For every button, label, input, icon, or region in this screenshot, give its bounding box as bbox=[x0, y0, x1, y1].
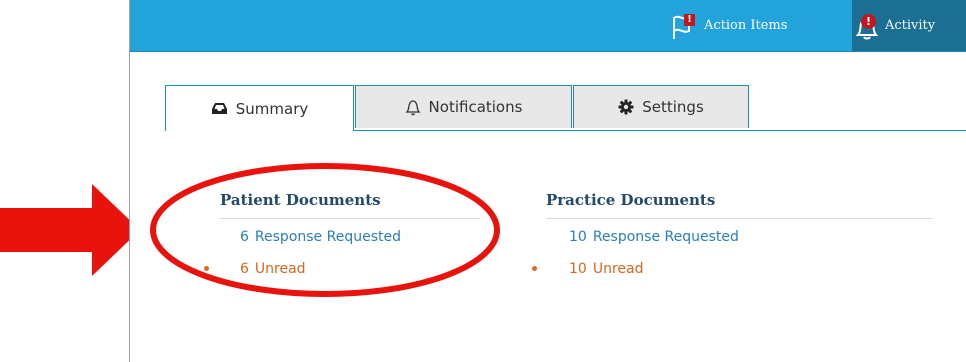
inbox-icon bbox=[211, 102, 228, 115]
tab-notifications-label: Notifications bbox=[428, 98, 523, 116]
top-toolbar: ! Action Items ! Activity bbox=[130, 0, 966, 52]
action-items-button[interactable]: ! Action Items bbox=[671, 0, 787, 51]
tab-notifications[interactable]: Notifications bbox=[355, 85, 572, 128]
flag-icon: ! bbox=[671, 11, 701, 41]
activity-badge: ! bbox=[861, 13, 876, 29]
practice-requested-label: Response Requested bbox=[592, 229, 739, 245]
annotation-ellipse bbox=[150, 163, 500, 297]
tab-summary[interactable]: Summary bbox=[165, 85, 354, 131]
practice-response-requested-link[interactable]: 10 Response Requested bbox=[546, 219, 932, 254]
activity-label: Activity bbox=[885, 18, 936, 33]
action-items-label: Action Items bbox=[704, 18, 788, 33]
practice-documents-heading: Practice Documents bbox=[546, 190, 932, 219]
practice-documents: Practice Documents 10 Response Requested … bbox=[532, 190, 932, 288]
gear-icon bbox=[618, 99, 634, 115]
tab-settings[interactable]: Settings bbox=[573, 85, 749, 128]
tab-summary-label: Summary bbox=[235, 99, 309, 118]
practice-unread-link[interactable]: 10 Unread bbox=[532, 254, 932, 288]
practice-unread-label: Unread bbox=[592, 261, 644, 277]
annotation-arrow bbox=[0, 184, 140, 276]
activity-button[interactable]: ! Activity bbox=[852, 0, 966, 51]
action-items-badge: ! bbox=[684, 13, 695, 26]
practice-requested-count: 10 bbox=[569, 229, 587, 245]
practice-unread-count: 10 bbox=[569, 261, 587, 277]
tab-settings-label: Settings bbox=[642, 98, 704, 116]
bell-icon: ! bbox=[852, 11, 882, 41]
unread-dot-icon bbox=[532, 266, 537, 271]
bell-outline-icon bbox=[404, 99, 421, 116]
